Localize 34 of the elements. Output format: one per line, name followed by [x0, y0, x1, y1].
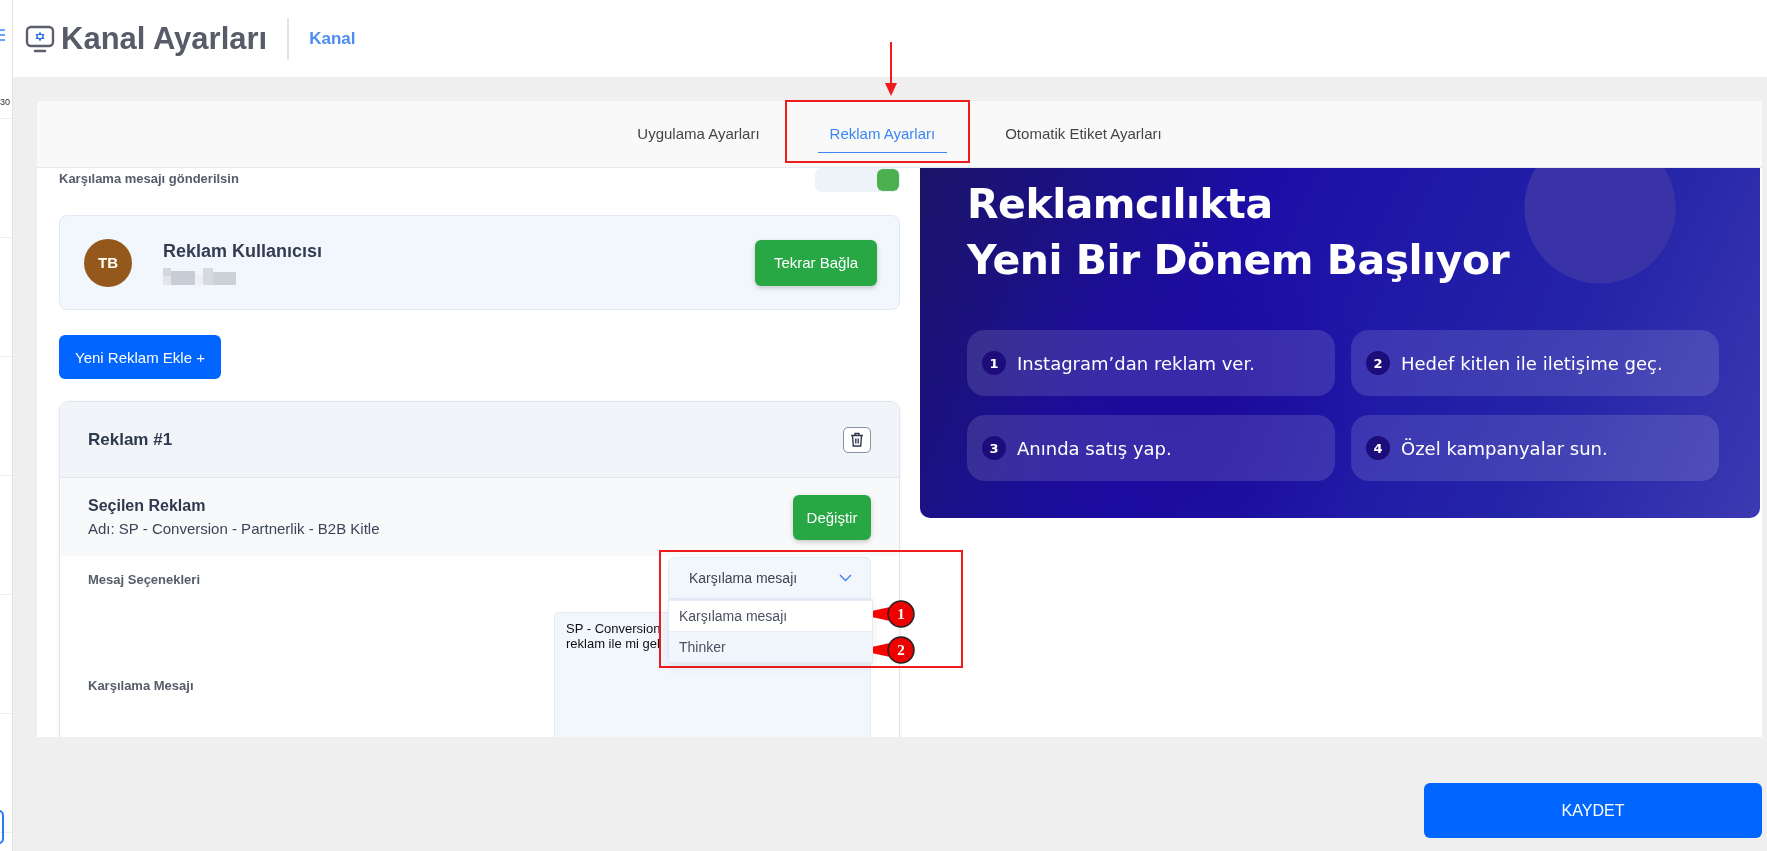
dropdown-option[interactable]: Thinker: [669, 631, 872, 662]
feature-text: Anında satış yap.: [1017, 437, 1172, 459]
tab[interactable]: Uygulama Ayarları: [625, 101, 772, 153]
banner-heading: Reklamcılıkta: [967, 179, 1274, 230]
tab[interactable]: Otomatik Etiket Ayarları: [993, 101, 1174, 153]
banner-heading: Yeni Bir Dönem Başlıyor: [967, 235, 1511, 286]
avatar: TB: [84, 238, 132, 287]
chevron-down-icon: [839, 574, 852, 582]
annotation-arrow: [885, 41, 897, 96]
toggle-label: Karşılama mesajı gönderilsin: [59, 171, 239, 186]
toggle-switch[interactable]: [815, 168, 900, 192]
step-number: 1: [982, 351, 1006, 375]
step-number: 4: [1366, 436, 1390, 460]
field-label: Mesaj Seçenekleri: [88, 572, 201, 589]
card-title: Reklam #1: [88, 429, 173, 450]
ad-name: Adı: SP - Conversion - Partnerlik - B2B Kitle: [88, 520, 380, 537]
list-icon[interactable]: [0, 28, 5, 42]
feature-text: Instagram’dan reklam ver.: [1017, 352, 1255, 374]
delete-button[interactable]: [843, 426, 871, 453]
message-dropdown[interactable]: Karşılama mesajı: [668, 557, 871, 599]
section-title: Seçilen Reklam: [88, 497, 207, 515]
feature-text: Özel kampanyalar sun.: [1401, 437, 1608, 459]
sidebar-text: 30: [0, 97, 10, 107]
add-ad-button[interactable]: Yeni Reklam Ekle +: [59, 335, 221, 379]
step-number: 3: [982, 436, 1006, 460]
step-number: 2: [1366, 351, 1390, 375]
toggle-knob[interactable]: [877, 169, 899, 191]
feature-text: Hedef kitlen ile iletişime geç.: [1401, 352, 1663, 374]
save-button[interactable]: KAYDET: [1424, 783, 1762, 838]
field-label: Karşılama Mesajı: [88, 678, 194, 695]
account-name: Reklam Kullanıcısı: [163, 240, 324, 262]
page-title: Kanal Ayarları: [61, 20, 268, 57]
trash-icon: [850, 432, 864, 447]
settings-monitor-icon: [25, 23, 55, 54]
